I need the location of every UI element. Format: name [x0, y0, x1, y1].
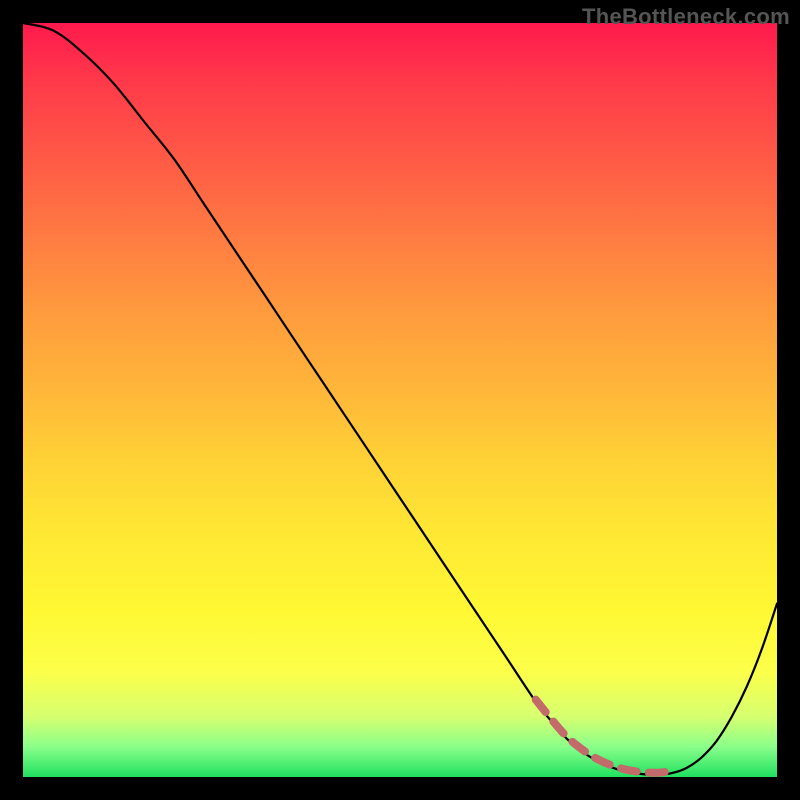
bottleneck-curve: [23, 23, 777, 775]
watermark-text: TheBottleneck.com: [582, 4, 790, 30]
chart-area: [23, 23, 777, 777]
bottleneck-plot-svg: [23, 23, 777, 777]
optimal-range-dashes: [536, 700, 672, 773]
